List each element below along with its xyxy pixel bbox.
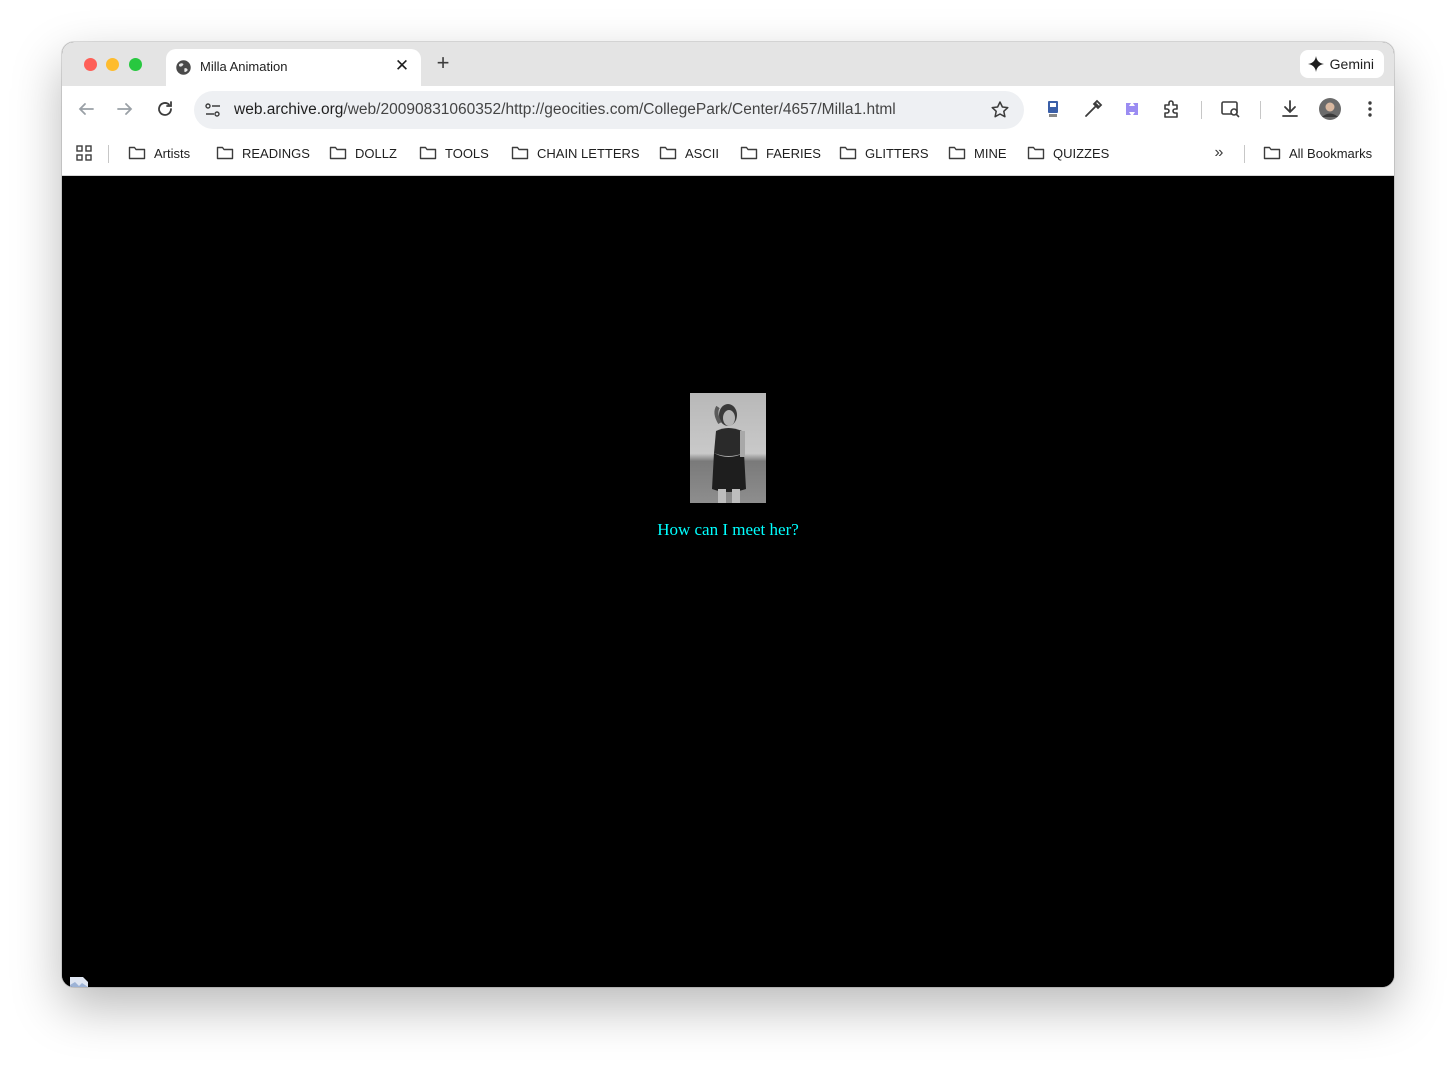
bookmark-label: DOLLZ <box>355 145 397 161</box>
folder-icon <box>948 146 966 160</box>
url-text[interactable]: web.archive.org/web/20090831060352/http:… <box>234 101 896 119</box>
broken-image-icon <box>70 977 88 987</box>
purple-extension-icon <box>1126 103 1138 115</box>
bookmark-folder-dollz[interactable]: DOLLZ <box>329 142 397 164</box>
reload-button[interactable] <box>153 97 177 121</box>
tab-search-button[interactable] <box>1219 97 1243 121</box>
globe-icon <box>176 60 191 75</box>
all-bookmarks-folder[interactable]: All Bookmarks <box>1263 142 1372 164</box>
bookmark-folder-artists[interactable]: Artists <box>128 142 190 164</box>
bookmark-star-icon[interactable] <box>990 100 1010 120</box>
toolbar: web.archive.org/web/20090831060352/http:… <box>62 86 1394 132</box>
extensions-button[interactable] <box>1160 97 1184 121</box>
bookmarks-divider <box>1244 145 1245 163</box>
bookmark-folder-quizzes[interactable]: QUIZZES <box>1027 142 1109 164</box>
bookmark-label: QUIZZES <box>1053 145 1110 161</box>
folder-icon <box>419 146 437 160</box>
toolbar-divider <box>1201 101 1202 119</box>
downloads-button[interactable] <box>1278 97 1302 121</box>
bookmark-label: Artists <box>154 145 191 161</box>
tab-strip: Milla Animation ✕ + Gemini <box>62 42 1394 86</box>
tab-search-icon <box>1221 101 1240 118</box>
minimize-window-button[interactable] <box>106 58 119 71</box>
folder-icon <box>839 146 857 160</box>
all-bookmarks-label: All Bookmarks <box>1289 145 1373 161</box>
bookmarks-bar: Artists READINGS DOLLZ TOOLS CHAIN LETTE… <box>62 132 1394 176</box>
bookmark-label: GLITTERS <box>865 145 929 161</box>
folder-icon <box>1263 146 1281 160</box>
bookmark-label: CHAIN LETTERS <box>537 145 640 161</box>
folder-icon <box>128 146 146 160</box>
folder-icon <box>740 146 758 160</box>
bookmark-folder-glitters[interactable]: GLITTERS <box>839 142 929 164</box>
extension-wayback-button[interactable] <box>1041 97 1065 121</box>
profile-avatar-button[interactable] <box>1318 97 1342 121</box>
puzzle-icon <box>1164 100 1178 118</box>
folder-icon <box>659 146 677 160</box>
tab-milla-animation[interactable]: Milla Animation ✕ <box>166 49 421 86</box>
page-content: How can I meet her? <box>62 177 1394 987</box>
bookmark-label: TOOLS <box>445 145 489 161</box>
menu-button[interactable] <box>1358 97 1382 121</box>
close-window-button[interactable] <box>84 58 97 71</box>
tab-title: Milla Animation <box>200 59 288 74</box>
toolbar-divider <box>1260 101 1261 119</box>
bookmark-label: FAERIES <box>766 145 821 161</box>
bookmarks-overflow-icon[interactable]: » <box>1210 143 1228 163</box>
how-can-i-meet-her-link[interactable]: How can I meet her? <box>62 520 1394 540</box>
bookmark-folder-faeries[interactable]: FAERIES <box>740 142 821 164</box>
folder-icon <box>511 146 529 160</box>
maximize-window-button[interactable] <box>129 58 142 71</box>
bookmark-label: ASCII <box>685 145 719 161</box>
bookmark-folder-readings[interactable]: READINGS <box>216 142 310 164</box>
bookmark-label: MINE <box>974 145 1007 161</box>
eyedropper-button[interactable] <box>1081 97 1105 121</box>
bookmarks-divider <box>108 145 109 163</box>
bookmark-folder-chain-letters[interactable]: CHAIN LETTERS <box>511 142 640 164</box>
bookmark-folder-tools[interactable]: TOOLS <box>419 142 489 164</box>
apps-grid-icon[interactable] <box>75 144 93 162</box>
avatar <box>1319 98 1341 120</box>
download-icon <box>1282 100 1298 117</box>
back-arrow-icon <box>78 103 94 115</box>
gemini-button[interactable]: Gemini <box>1299 50 1384 78</box>
gemini-label: Gemini <box>1329 56 1374 72</box>
folder-icon <box>1027 146 1045 160</box>
bookmark-label: READINGS <box>242 145 310 161</box>
woman-photo-image <box>690 393 766 503</box>
close-tab-icon[interactable]: ✕ <box>393 57 411 75</box>
address-bar[interactable]: web.archive.org/web/20090831060352/http:… <box>194 91 1024 129</box>
url-host: web.archive.org <box>234 101 344 118</box>
bookmark-folder-ascii[interactable]: ASCII <box>659 142 719 164</box>
folder-icon <box>216 146 234 160</box>
new-tab-button[interactable]: + <box>432 52 454 74</box>
more-vert-icon <box>1368 101 1372 117</box>
eyedropper-icon <box>1085 99 1103 117</box>
milla-photo[interactable] <box>690 393 766 503</box>
browser-window: Milla Animation ✕ + Gemini web.archive.o… <box>62 42 1394 987</box>
url-path: /web/20090831060352/http://geocities.com… <box>343 101 896 118</box>
wayback-extension-icon <box>1048 101 1058 117</box>
forward-button[interactable] <box>113 97 137 121</box>
bookmark-folder-mine[interactable]: MINE <box>948 142 1007 164</box>
gemini-sparkle-icon <box>1307 56 1324 72</box>
back-button[interactable] <box>74 97 98 121</box>
folder-icon <box>329 146 347 160</box>
forward-arrow-icon <box>117 103 133 115</box>
extension-purple-button[interactable] <box>1120 97 1144 121</box>
site-info-icon[interactable] <box>204 101 222 119</box>
reload-icon <box>158 101 172 116</box>
